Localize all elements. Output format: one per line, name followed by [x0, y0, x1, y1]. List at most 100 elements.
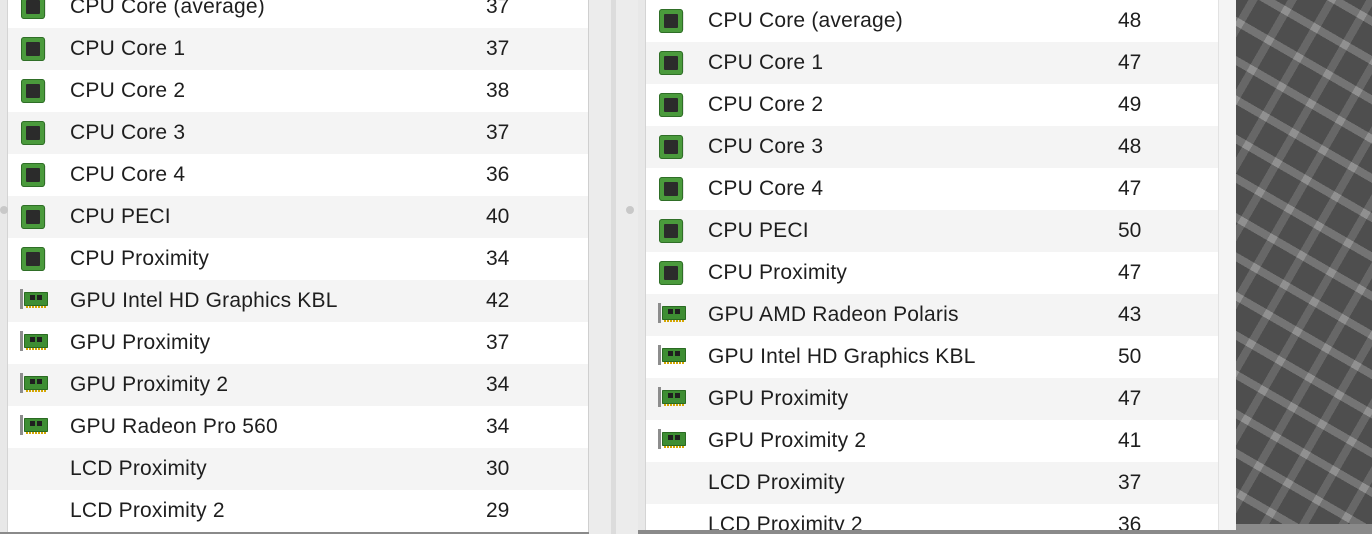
- sensor-row[interactable]: GPU Radeon Pro 560 34: [8, 406, 588, 448]
- cpu-chip-icon: [656, 49, 688, 77]
- cpu-chip-icon: [18, 203, 50, 231]
- sensor-name: GPU Proximity 2: [70, 373, 229, 396]
- cpu-chip-icon: [656, 7, 688, 35]
- resize-handle[interactable]: [626, 206, 634, 214]
- window-gap: [589, 0, 638, 534]
- sensor-row[interactable]: CPU Core (average) 37: [8, 0, 588, 28]
- blank-icon: [18, 497, 50, 525]
- sensor-name: LCD Proximity 2: [70, 499, 225, 522]
- sensor-value: 38: [486, 79, 510, 102]
- cpu-chip-icon: [656, 91, 688, 119]
- sensor-value: 50: [1118, 219, 1142, 242]
- sensor-name: LCD Proximity 2: [708, 513, 863, 530]
- sensor-value: 47: [1118, 387, 1142, 410]
- sensor-value: 48: [1118, 9, 1142, 32]
- sensor-name: CPU Core (average): [70, 0, 265, 18]
- sensor-row[interactable]: CPU Core 4 47: [646, 168, 1218, 210]
- sensor-name: LCD Proximity: [708, 471, 845, 494]
- gpu-card-icon: [18, 329, 50, 357]
- sensor-name: GPU Proximity: [70, 331, 211, 354]
- sensor-value: 36: [1118, 513, 1142, 530]
- sensor-row[interactable]: GPU Proximity 2 41: [646, 420, 1218, 462]
- sensor-name: CPU Core 1: [70, 37, 186, 60]
- sensor-value: 37: [486, 331, 510, 354]
- sensor-row[interactable]: GPU Proximity 37: [8, 322, 588, 364]
- blank-icon: [656, 469, 688, 497]
- sensor-name: CPU Core 2: [70, 79, 186, 102]
- sensor-row[interactable]: CPU PECI 40: [8, 196, 588, 238]
- resize-handle-left[interactable]: [0, 206, 8, 214]
- sensor-row[interactable]: GPU Proximity 47: [646, 378, 1218, 420]
- sensor-list-left: CPU Core (average) 37 CPU Core 1 37 CPU Core…: [0, 0, 589, 532]
- sensor-value: 43: [1118, 303, 1142, 326]
- sensor-value: 29: [486, 499, 510, 522]
- vertical-scrollbar[interactable]: [1218, 0, 1236, 530]
- gpu-card-icon: [18, 371, 50, 399]
- window-frame-edge: [611, 0, 616, 534]
- sensor-name: CPU Core (average): [708, 9, 903, 32]
- sensor-value: 47: [1118, 51, 1142, 74]
- cpu-chip-icon: [656, 175, 688, 203]
- cpu-chip-icon: [656, 259, 688, 287]
- sensor-value: 49: [1118, 93, 1142, 116]
- sensor-row[interactable]: GPU Intel HD Graphics KBL 42: [8, 280, 588, 322]
- sensor-value: 40: [486, 205, 510, 228]
- sensor-row[interactable]: CPU Core 2 49: [646, 84, 1218, 126]
- sensor-row[interactable]: LCD Proximity 37: [646, 462, 1218, 504]
- sensor-name: GPU Radeon Pro 560: [70, 415, 278, 438]
- sensor-row[interactable]: CPU Core 3 48: [646, 126, 1218, 168]
- sensor-name: GPU Intel HD Graphics KBL: [70, 289, 338, 312]
- sensor-row[interactable]: LCD Proximity 2 29: [8, 490, 588, 532]
- sensor-name: CPU Core 1: [708, 51, 824, 74]
- sensor-row[interactable]: CPU Core 2 38: [8, 70, 588, 112]
- sensor-value: 30: [486, 457, 510, 480]
- sensor-value: 37: [486, 121, 510, 144]
- sensor-value: 34: [486, 373, 510, 396]
- sensor-row[interactable]: CPU Core 3 37: [8, 112, 588, 154]
- sensor-row[interactable]: GPU AMD Radeon Polaris 43: [646, 294, 1218, 336]
- gpu-card-icon: [18, 287, 50, 315]
- cpu-chip-icon: [18, 119, 50, 147]
- sensor-row[interactable]: CPU Core 4 36: [8, 154, 588, 196]
- sensor-value: 37: [1118, 471, 1142, 494]
- cpu-chip-icon: [18, 77, 50, 105]
- gpu-card-icon: [656, 385, 688, 413]
- sensor-row[interactable]: GPU Intel HD Graphics KBL 50: [646, 336, 1218, 378]
- sensor-name: CPU Core 4: [70, 163, 186, 186]
- sensor-value: 34: [486, 415, 510, 438]
- sensor-row[interactable]: CPU Core (average) 48: [646, 0, 1218, 42]
- blank-icon: [18, 455, 50, 483]
- sensor-row[interactable]: CPU PECI 50: [646, 210, 1218, 252]
- sensor-value: 48: [1118, 135, 1142, 158]
- cpu-chip-icon: [656, 217, 688, 245]
- sensor-row[interactable]: CPU Core 1 37: [8, 28, 588, 70]
- gpu-card-icon: [656, 427, 688, 455]
- sensor-row[interactable]: LCD Proximity 30: [8, 448, 588, 490]
- sensor-row[interactable]: CPU Core 1 47: [646, 42, 1218, 84]
- gpu-card-icon: [656, 343, 688, 371]
- sensor-value: 37: [486, 0, 510, 18]
- sensor-row[interactable]: CPU Proximity 47: [646, 252, 1218, 294]
- sensor-list-right: CPU Core (average) 48 CPU Core 1 47 CPU Core…: [638, 0, 1235, 530]
- sensor-name: CPU Core 3: [708, 135, 824, 158]
- sensor-value: 47: [1118, 177, 1142, 200]
- sensor-row[interactable]: CPU Proximity 34: [8, 238, 588, 280]
- sensor-value: 47: [1118, 261, 1142, 284]
- cpu-chip-icon: [656, 133, 688, 161]
- sensor-row[interactable]: LCD Proximity 2 36: [646, 504, 1218, 530]
- sensor-value: 37: [486, 37, 510, 60]
- cpu-chip-icon: [18, 245, 50, 273]
- sensor-row[interactable]: GPU Proximity 2 34: [8, 364, 588, 406]
- sensor-value: 41: [1118, 429, 1142, 452]
- sensor-name: GPU Proximity 2: [708, 429, 867, 452]
- blank-icon: [656, 511, 688, 530]
- cpu-chip-icon: [18, 35, 50, 63]
- gpu-card-icon: [656, 301, 688, 329]
- sensor-name: CPU PECI: [708, 219, 809, 242]
- cpu-chip-icon: [18, 161, 50, 189]
- panel-edge: [638, 0, 646, 530]
- sensor-name: CPU Proximity: [708, 261, 848, 284]
- sensor-value: 50: [1118, 345, 1142, 368]
- sensor-rows-left: CPU Core (average) 37 CPU Core 1 37 CPU Core…: [8, 0, 588, 532]
- sensor-name: GPU Proximity: [708, 387, 849, 410]
